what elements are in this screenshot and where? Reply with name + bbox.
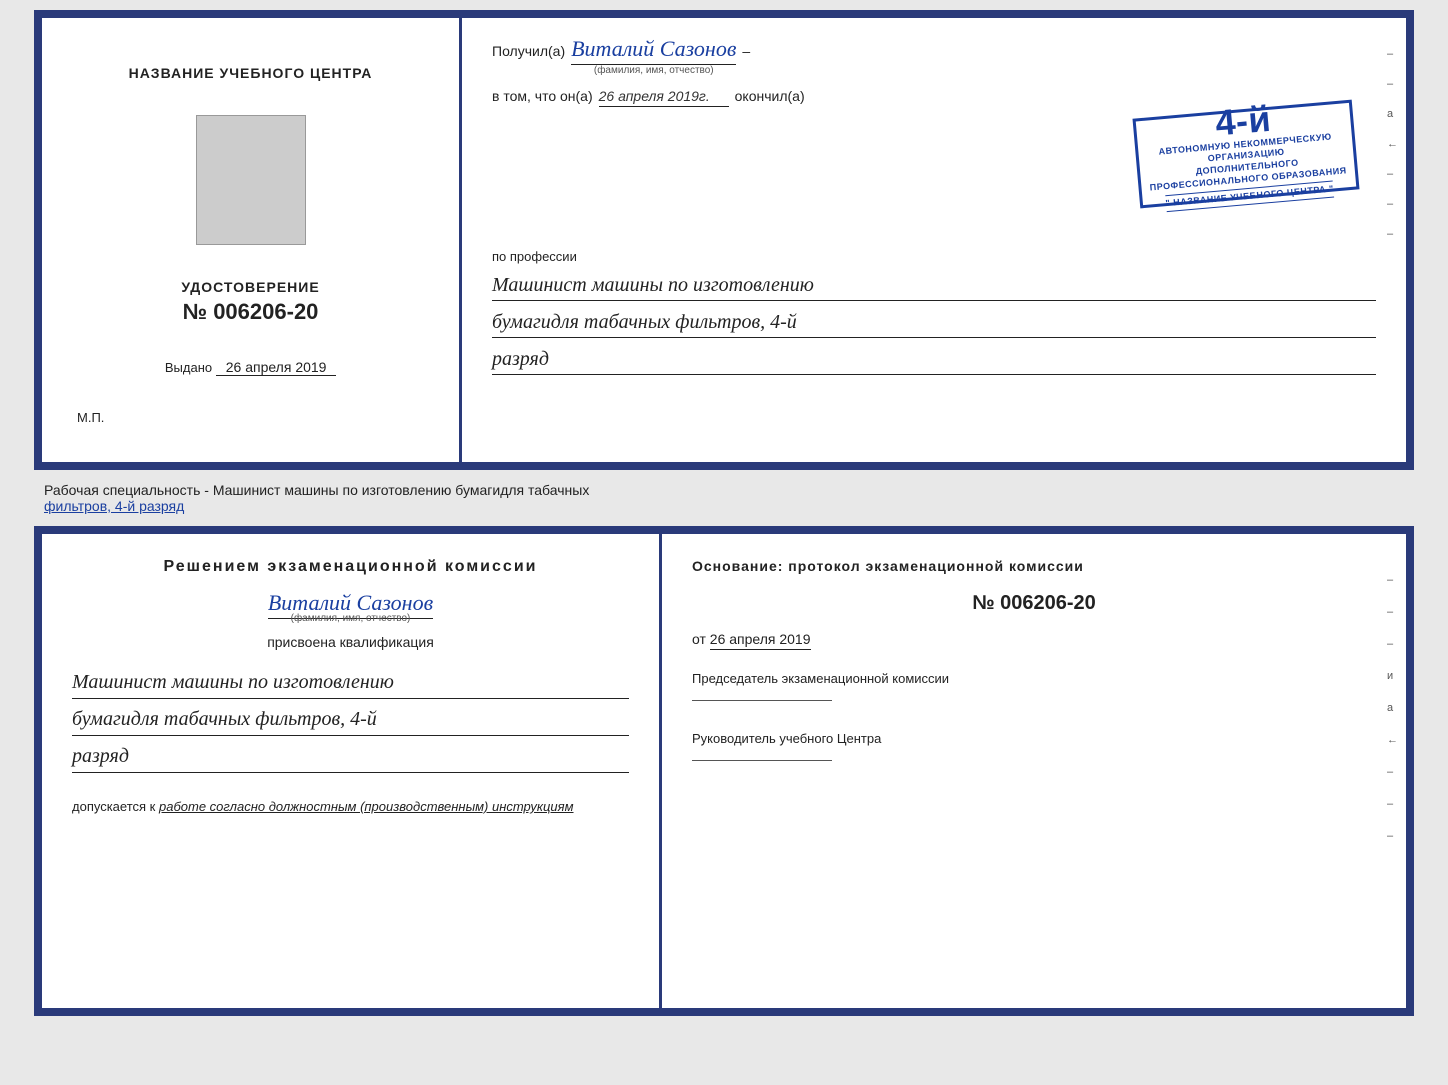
stamp-area: 4-й АВТОНОМНУЮ НЕКОММЕРЧЕСКУЮ ОРГАНИЗАЦИ… — [492, 119, 1376, 229]
rukovoditel-signature-line — [692, 760, 832, 761]
protocol-number: № 006206-20 — [692, 592, 1376, 615]
photo-placeholder — [196, 115, 306, 245]
chairman-block: Председатель экзаменационной комиссии — [692, 671, 1376, 701]
person-block-bottom: Виталий Сазонов (фамилия, имя, отчество) — [72, 590, 629, 624]
qualification-line2: бумагидля табачных фильтров, 4-й — [72, 703, 629, 736]
qualification-line3: разряд — [72, 740, 629, 773]
okonchil-label: окончил(а) — [735, 88, 805, 104]
mp-label: М.П. — [77, 410, 104, 425]
poluchil-label: Получил(а) — [492, 43, 565, 59]
vydano-block: Выдано 26 апреля 2019 — [165, 359, 336, 376]
fio-hint-top: (фамилия, имя, отчество) — [594, 65, 714, 76]
middle-label-text: Рабочая специальность - Машинист машины … — [44, 482, 589, 498]
side-marks-top: – – а ← – – – — [1387, 48, 1398, 240]
udostoverenie-label: УДОСТОВЕРЕНИЕ — [181, 279, 319, 295]
stamp-big-number: 4-й — [1214, 101, 1273, 142]
ot-prefix: от — [692, 631, 706, 647]
dopuskaetsya-label: допускается к — [72, 799, 155, 814]
recipient-line: Получил(а) Виталий Сазонов (фамилия, имя… — [492, 36, 1376, 76]
osnovaniye-label: Основание: протокол экзаменационной коми… — [692, 558, 1376, 574]
recipient-name: Виталий Сазонов — [571, 36, 736, 65]
side-marks-bottom: – – – и а ← – – – — [1387, 574, 1398, 842]
dopuskaetsya-text: работе согласно должностным (производств… — [159, 799, 574, 814]
dopuskaetsya-block: допускается к работе согласно должностны… — [72, 799, 629, 814]
po-professii-label: по профессии — [492, 249, 1376, 264]
bottom-certificate: Решением экзаменационной комиссии Витали… — [34, 526, 1414, 1016]
vtom-prefix: в том, что он(а) — [492, 88, 593, 104]
prisvoena-label: присвоена квалификация — [72, 634, 629, 650]
udostoverenie-block: УДОСТОВЕРЕНИЕ № 006206-20 — [181, 279, 319, 325]
profession-line1: Машинист машины по изготовлению — [492, 270, 1376, 301]
cert-right-panel: Получил(а) Виталий Сазонов (фамилия, имя… — [462, 18, 1406, 462]
bottom-right-panel: Основание: протокол экзаменационной коми… — [662, 534, 1406, 1008]
qualification-area: Машинист машины по изготовлению бумагидл… — [72, 664, 629, 773]
profession-area: по профессии Машинист машины по изготовл… — [492, 241, 1376, 375]
chairman-label: Председатель экзаменационной комиссии — [692, 671, 1376, 686]
bottom-left-panel: Решением экзаменационной комиссии Витали… — [42, 534, 662, 1008]
top-certificate: НАЗВАНИЕ УЧЕБНОГО ЦЕНТРА УДОСТОВЕРЕНИЕ №… — [34, 10, 1414, 470]
dash-after-name: – — [742, 43, 750, 59]
chairman-signature-line — [692, 700, 832, 701]
rukovoditel-block: Руководитель учебного Центра — [692, 731, 1376, 761]
vtom-date: 26 апреля 2019г. — [599, 88, 729, 107]
qualification-line1: Машинист машины по изготовлению — [72, 666, 629, 699]
vydano-label: Выдано — [165, 360, 212, 375]
rukovoditel-label: Руководитель учебного Центра — [692, 731, 1376, 746]
stamp-box: 4-й АВТОНОМНУЮ НЕКОММЕРЧЕСКУЮ ОРГАНИЗАЦИ… — [1132, 100, 1359, 209]
profession-line3: разряд — [492, 344, 1376, 375]
decision-title: Решением экзаменационной комиссии — [72, 558, 629, 576]
middle-label-text2: фильтров, 4-й разряд — [44, 498, 184, 514]
ot-date-value: 26 апреля 2019 — [710, 631, 811, 650]
profession-line2: бумагидля табачных фильтров, 4-й — [492, 307, 1376, 338]
middle-label: Рабочая специальность - Машинист машины … — [34, 478, 1414, 518]
center-name-top: НАЗВАНИЕ УЧЕБНОГО ЦЕНТРА — [129, 65, 373, 81]
fio-hint-bottom: (фамилия, имя, отчество) — [291, 613, 411, 624]
vydano-date: 26 апреля 2019 — [216, 359, 336, 376]
ot-date-block: от 26 апреля 2019 — [692, 631, 1376, 647]
udostoverenie-number: № 006206-20 — [181, 299, 319, 325]
cert-left-panel: НАЗВАНИЕ УЧЕБНОГО ЦЕНТРА УДОСТОВЕРЕНИЕ №… — [42, 18, 462, 462]
